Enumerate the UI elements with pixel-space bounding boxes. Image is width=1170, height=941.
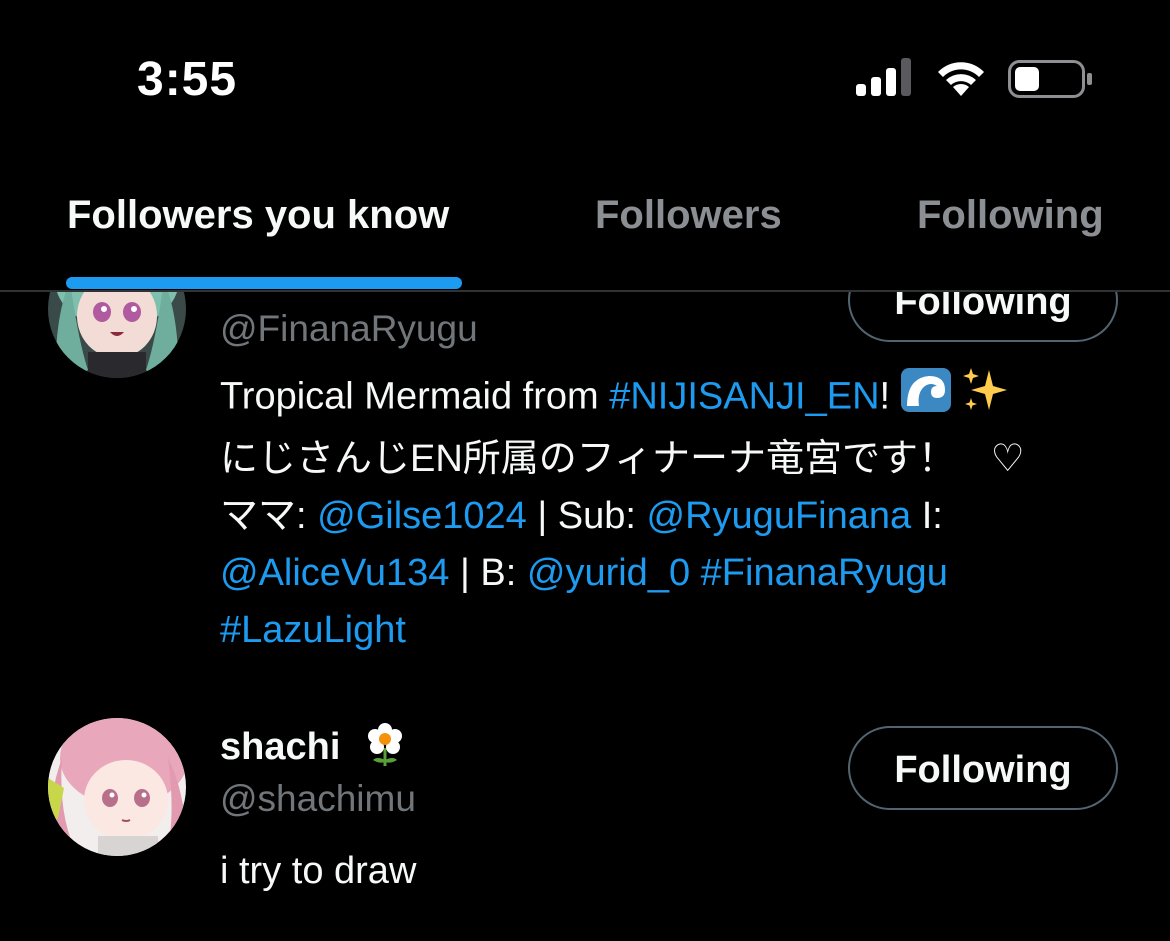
tab-following[interactable]: Following <box>917 193 1104 238</box>
user-bio: Tropical Mermaid from #NIJISANJI_EN! にじさ… <box>220 366 1120 659</box>
bio-text: Tropical Mermaid from <box>220 375 610 418</box>
sparkles-emoji-icon <box>961 366 1009 431</box>
bio-text: ママ: <box>220 495 318 537</box>
following-button[interactable]: Following <box>848 726 1118 810</box>
bio-text: | Sub: <box>526 495 647 537</box>
user-display-name: shachi <box>220 722 405 776</box>
tab-followers[interactable]: Followers <box>595 193 782 238</box>
wave-emoji-icon <box>900 368 951 429</box>
active-tab-indicator <box>66 277 462 289</box>
list-item[interactable]: shachi @shachimu Following i try to draw <box>0 712 1170 941</box>
mention-link[interactable]: @Gilse1024 <box>317 495 527 537</box>
hashtag-link[interactable]: #NIJISANJI_EN <box>609 376 879 418</box>
following-button[interactable]: Following <box>848 292 1118 342</box>
avatar[interactable] <box>48 718 186 856</box>
wifi-icon <box>938 62 984 96</box>
list-item[interactable]: @FinanaRyugu Following Tropical Mermaid … <box>0 292 1170 692</box>
hashtag-link[interactable]: #LazuLight <box>220 609 406 651</box>
bio-text: にじさんじEN所属のフィナーナ竜宮です！ <box>220 438 957 480</box>
user-handle: @FinanaRyugu <box>220 308 478 349</box>
hashtag-link[interactable]: #FinanaRyugu <box>701 552 948 594</box>
cellular-signal-icon <box>856 58 911 96</box>
user-handle: @shachimu <box>220 778 416 819</box>
status-time: 3:55 <box>137 53 238 106</box>
battery-icon <box>1008 60 1092 98</box>
tab-followers-you-know[interactable]: Followers you know <box>67 193 449 238</box>
user-list: @FinanaRyugu Following Tropical Mermaid … <box>0 292 1170 941</box>
avatar-shachi-image <box>48 718 186 856</box>
bio-text: ! <box>879 375 891 418</box>
avatar-finana-image <box>48 292 186 378</box>
mention-link[interactable]: @RyuguFinana <box>647 495 912 537</box>
mention-link[interactable]: @yurid_0 <box>527 552 690 594</box>
avatar[interactable] <box>48 292 186 378</box>
bio-text: I: <box>911 495 943 537</box>
bio-text: | B: <box>449 552 527 594</box>
display-name-text: shachi <box>220 726 341 769</box>
heart-symbol: ♡ <box>990 438 1025 480</box>
user-bio: i try to draw <box>220 850 417 892</box>
mention-link[interactable]: @AliceVu134 <box>220 552 449 594</box>
white-flower-emoji-icon <box>365 722 405 776</box>
